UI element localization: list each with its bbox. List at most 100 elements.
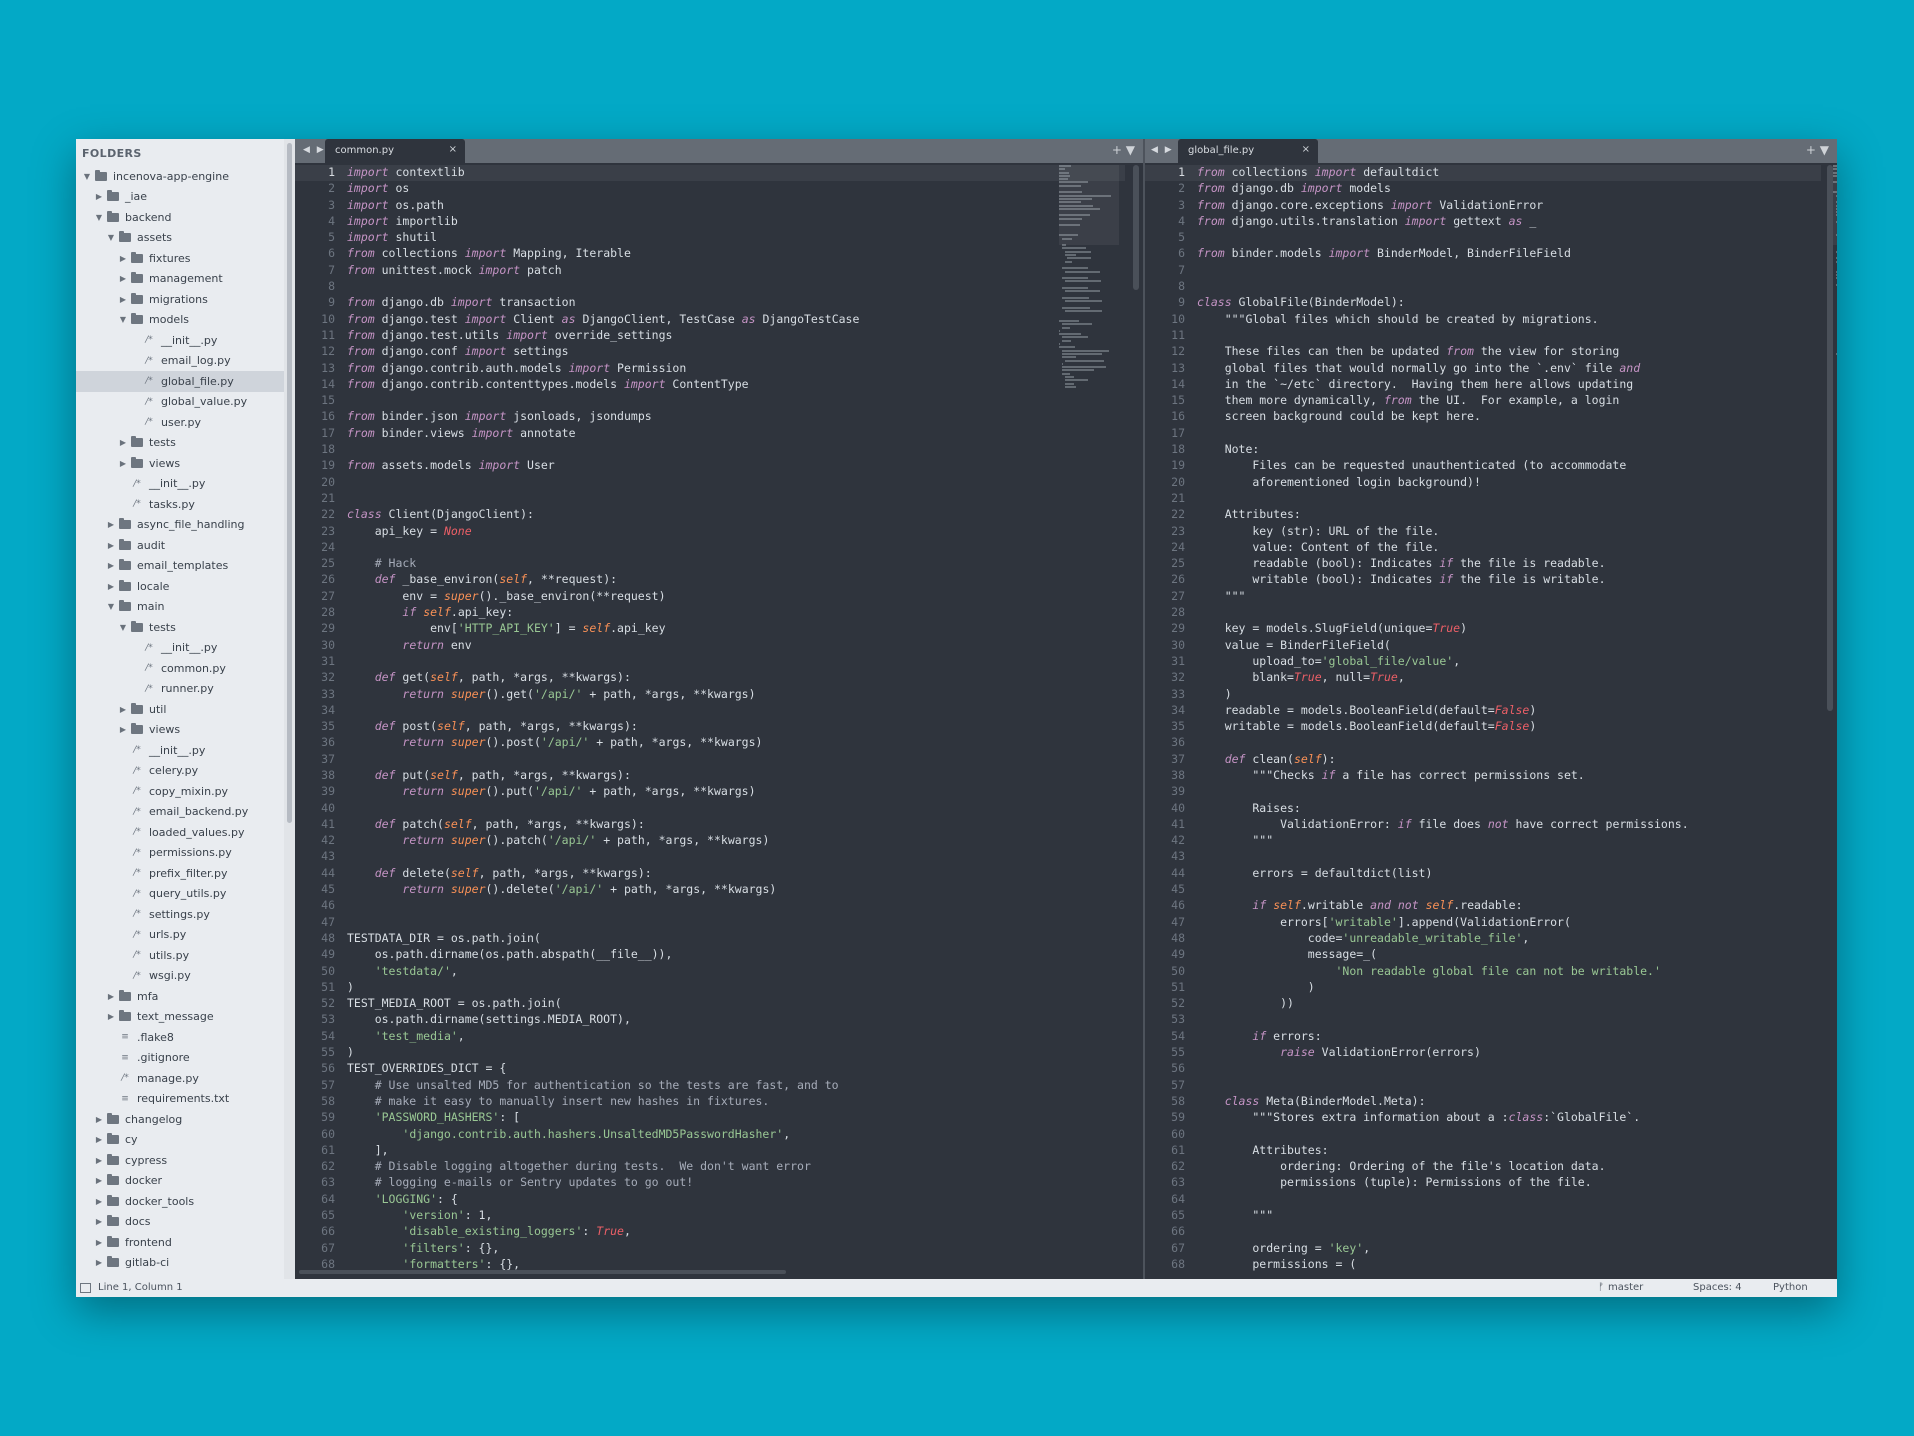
code-line[interactable]: 35 def post(self, path, *args, **kwargs)… (295, 719, 859, 735)
code-line[interactable]: 2 from django.db import models (1145, 181, 1689, 197)
left-minimap[interactable] (1059, 165, 1119, 805)
file-item[interactable]: ≡ .gitignore (76, 1048, 284, 1069)
file-item[interactable]: /* prefix_filter.py (76, 863, 284, 884)
folder-item[interactable]: ▶ views (76, 453, 284, 474)
chevron-right-icon[interactable]: ▶ (94, 1197, 104, 1206)
code-line[interactable]: 56 TEST_OVERRIDES_DICT = { (295, 1061, 859, 1077)
code-line[interactable]: 2 import os (295, 181, 859, 197)
file-item[interactable]: /* manage.py (76, 1068, 284, 1089)
code-line[interactable]: 58 class Meta(BinderModel.Meta): (1145, 1094, 1689, 1110)
folder-item[interactable]: ▶ migrations (76, 289, 284, 310)
syntax-mode[interactable]: Python (1773, 1282, 1808, 1293)
chevron-right-icon[interactable]: ▶ (118, 295, 128, 304)
file-item[interactable]: /* permissions.py (76, 843, 284, 864)
code-line[interactable]: 43 (1145, 849, 1689, 865)
code-line[interactable]: 48 TESTDATA_DIR = os.path.join( (295, 931, 859, 947)
code-line[interactable]: 29 env['HTTP_API_KEY'] = self.api_key (295, 621, 859, 637)
file-item[interactable]: /* settings.py (76, 904, 284, 925)
code-line[interactable]: 3 import os.path (295, 198, 859, 214)
file-item[interactable]: /* urls.py (76, 925, 284, 946)
code-line[interactable]: 15 (295, 393, 859, 409)
folder-item[interactable]: ▶ util (76, 699, 284, 720)
toggle-sidebar-icon[interactable] (80, 1283, 91, 1293)
right-minimap[interactable] (1833, 165, 1837, 805)
code-line[interactable]: 41 ValidationError: if file does not hav… (1145, 817, 1688, 833)
code-line[interactable]: 50 'testdata/', (295, 964, 859, 980)
code-line[interactable]: 24 (295, 540, 859, 556)
code-line[interactable]: 17 (1145, 426, 1689, 442)
code-line[interactable]: 54 'test_media', (295, 1029, 859, 1045)
file-item[interactable]: /* __init__.py (76, 638, 284, 659)
tab-common-py[interactable]: common.py × (325, 139, 465, 163)
code-line[interactable]: 64 (1145, 1192, 1689, 1208)
file-item[interactable]: /* runner.py (76, 679, 284, 700)
code-line[interactable]: 31 (295, 654, 859, 670)
chevron-right-icon[interactable]: ▶ (106, 561, 116, 570)
right-code-area[interactable]: 1 from collections import defaultdict 2 fro… (1145, 165, 1689, 1273)
code-line[interactable]: 60 'django.contrib.auth.hashers.Unsalted… (295, 1127, 859, 1143)
code-line[interactable]: 51 ) (1145, 980, 1689, 996)
code-line[interactable]: 41 def patch(self, path, *args, **kwargs… (295, 817, 859, 833)
code-line[interactable]: 50 'Non readable global file can not be … (1145, 964, 1689, 980)
chevron-right-icon[interactable]: ▶ (94, 1217, 104, 1226)
code-line[interactable]: 12 from django.conf import settings (295, 344, 859, 360)
left-code-area[interactable]: 1 import contextlib 2 import os 3 import os.p… (295, 165, 859, 1273)
file-item[interactable]: /* common.py (76, 658, 284, 679)
right-minimap-viewport[interactable] (1833, 165, 1837, 245)
code-line[interactable]: 30 value = BinderFileField( (1145, 638, 1689, 654)
code-line[interactable]: 30 return env (295, 638, 859, 654)
code-line[interactable]: 53 (1145, 1012, 1689, 1028)
code-line[interactable]: 23 key (str): URL of the file. (1145, 524, 1689, 540)
code-line[interactable]: 61 ], (295, 1143, 859, 1159)
folder-item[interactable]: ▶ changelog (76, 1109, 284, 1130)
folder-item[interactable]: ▶ audit (76, 535, 284, 556)
code-line[interactable]: 65 """ (1145, 1208, 1689, 1224)
code-line[interactable]: 3 from django.core.exceptions import Vali… (1145, 198, 1689, 214)
code-line[interactable]: 26 def _base_environ(self, **request): (295, 572, 859, 588)
code-line[interactable]: 63 permissions (tuple): Permissions of t… (1145, 1175, 1689, 1191)
code-line[interactable]: 18 Note: (1145, 442, 1689, 458)
code-line[interactable]: 39 return super().put('/api/' + path, *a… (295, 784, 859, 800)
code-line[interactable]: 43 (295, 849, 859, 865)
chevron-right-icon[interactable]: ▶ (118, 705, 128, 714)
code-line[interactable]: 48 code='unreadable_writable_file', (1145, 931, 1689, 947)
file-item[interactable]: /* celery.py (76, 761, 284, 782)
code-line[interactable]: 20 (295, 475, 859, 491)
folder-item[interactable]: ▶ cypress (76, 1150, 284, 1171)
chevron-right-icon[interactable]: ▶ (94, 1176, 104, 1185)
file-item[interactable]: /* wsgi.py (76, 966, 284, 987)
code-line[interactable]: 51) (295, 980, 859, 996)
code-line[interactable]: 47 (295, 915, 859, 931)
code-line[interactable]: 49 message=_( (1145, 947, 1689, 963)
code-line[interactable]: 1 import contextlib (295, 165, 859, 181)
code-line[interactable]: 55 raise ValidationError(errors) (1145, 1045, 1689, 1061)
code-line[interactable]: 28 if self.api_key: (295, 605, 859, 621)
folder-item[interactable]: ▶ _iae (76, 187, 284, 208)
code-line[interactable]: 25 readable (bool): Indicates if the fil… (1145, 556, 1689, 572)
code-line[interactable]: 36 (1145, 735, 1689, 751)
code-line[interactable]: 45 return super().delete('/api/' + path,… (295, 882, 859, 898)
code-line[interactable]: 19 from assets.models import User (295, 458, 859, 474)
code-line[interactable]: 46 (295, 898, 859, 914)
file-item[interactable]: /* __init__.py (76, 474, 284, 495)
code-line[interactable]: 34 (295, 703, 859, 719)
code-line[interactable]: 36 return super().post('/api/' + path, *… (295, 735, 859, 751)
code-line[interactable]: 49 os.path.dirname(os.path.abspath(__fil… (295, 947, 859, 963)
code-line[interactable]: 64 'LOGGING': { (295, 1192, 859, 1208)
chevron-right-icon[interactable]: ▶ (94, 192, 104, 201)
code-line[interactable]: 32 blank=True, null=True, (1145, 670, 1689, 686)
code-line[interactable]: 59 'PASSWORD_HASHERS': [ (295, 1110, 859, 1126)
file-item[interactable]: /* global_value.py (76, 392, 284, 413)
file-item[interactable]: /* email_log.py (76, 351, 284, 372)
chevron-down-icon[interactable]: ▼ (118, 623, 128, 632)
code-line[interactable]: 55) (295, 1045, 859, 1061)
code-line[interactable]: 39 (1145, 784, 1689, 800)
code-line[interactable]: 37 def clean(self): (1145, 752, 1689, 768)
code-line[interactable]: 16 screen background could be kept here. (1145, 409, 1689, 425)
file-item[interactable]: /* loaded_values.py (76, 822, 284, 843)
folder-item[interactable]: ▶ docs (76, 1212, 284, 1233)
folder-item[interactable]: ▶ mfa (76, 986, 284, 1007)
folder-item[interactable]: ▶ views (76, 720, 284, 741)
code-line[interactable]: 57 # Use unsalted MD5 for authentication… (295, 1078, 859, 1094)
left-vertical-scrollbar[interactable] (1133, 165, 1139, 290)
